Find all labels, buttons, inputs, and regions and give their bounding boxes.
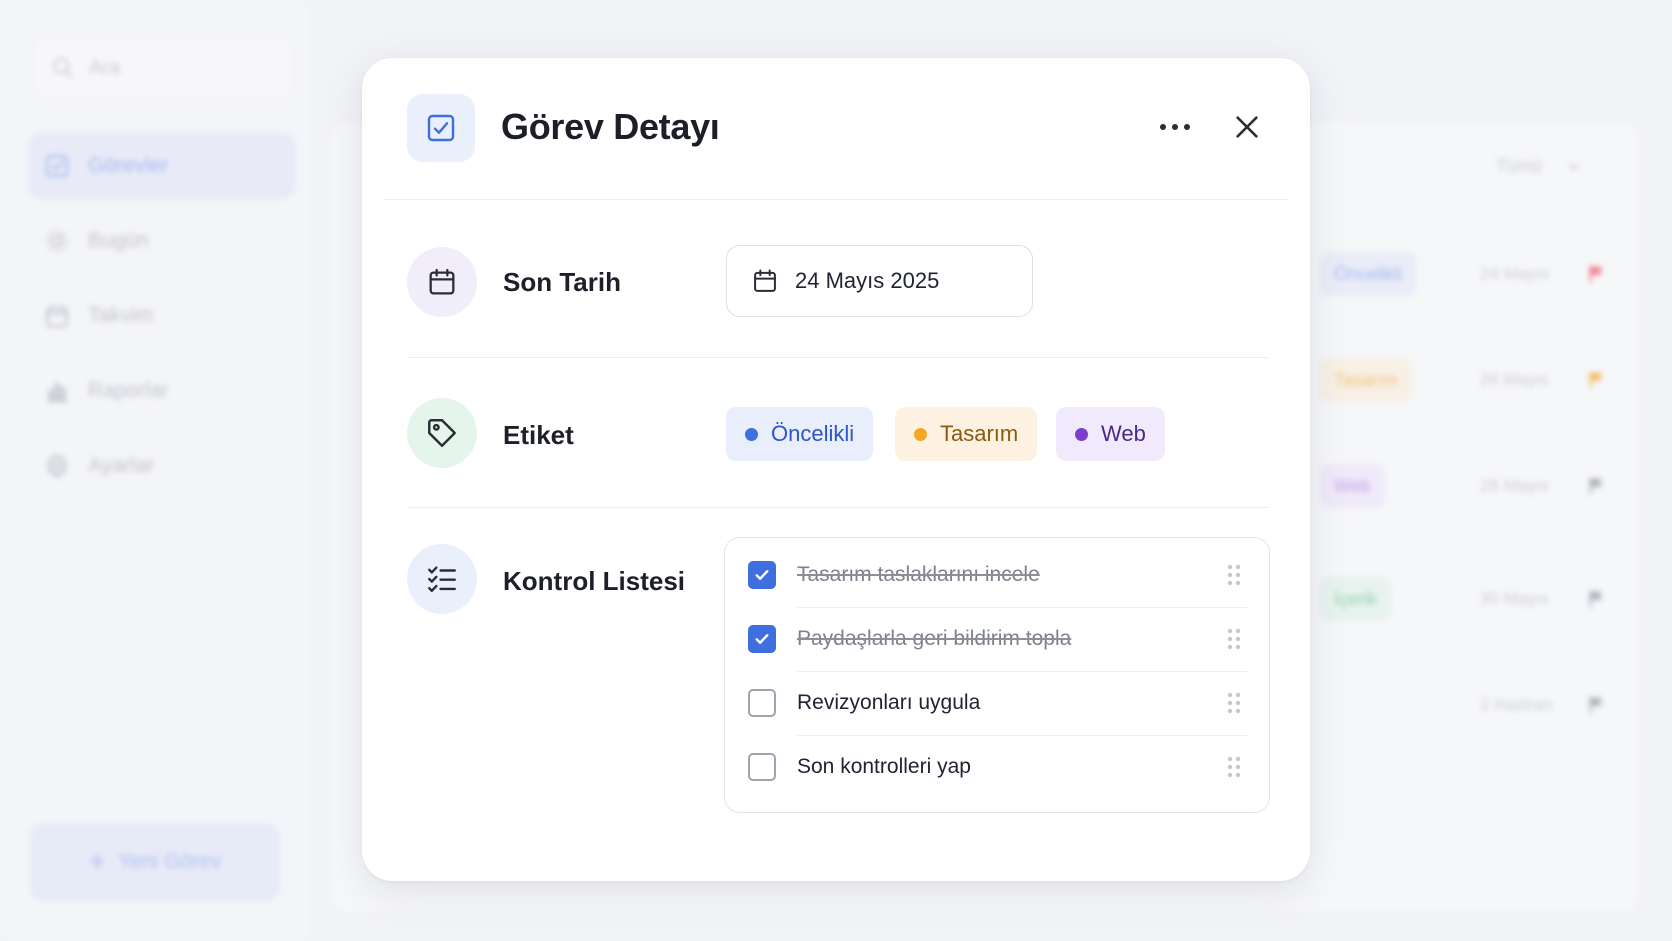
close-button[interactable] bbox=[1222, 102, 1272, 152]
modal-header: Görev Detayı bbox=[362, 58, 1310, 199]
drag-handle-icon[interactable] bbox=[1227, 628, 1241, 650]
check-icon bbox=[755, 570, 769, 580]
checklist-icon-badge bbox=[407, 544, 477, 614]
tag-web[interactable]: Web bbox=[1056, 407, 1165, 461]
checklist-item-text: Revizyonları uygula bbox=[797, 691, 981, 714]
due-date-value: 24 Mayıs 2025 bbox=[795, 268, 940, 293]
tag-dot bbox=[745, 427, 758, 441]
tag-label: Tasarım bbox=[940, 421, 1019, 446]
checklist-icon bbox=[428, 566, 456, 592]
tag-dot bbox=[914, 427, 927, 441]
calendar-icon bbox=[754, 269, 776, 292]
header-icon-badge bbox=[407, 94, 475, 162]
row-divider bbox=[407, 357, 1268, 358]
row-divider bbox=[407, 507, 1268, 508]
checkbox-checked[interactable] bbox=[748, 561, 776, 589]
check-square-icon bbox=[427, 114, 455, 142]
checklist-item-text: Paydaşlarla geri bildirim topla bbox=[797, 627, 1072, 650]
checklist-label: Kontrol Listesi bbox=[503, 566, 686, 596]
header-divider bbox=[384, 199, 1288, 200]
tags-label: Etiket bbox=[503, 420, 574, 450]
drag-handle-icon[interactable] bbox=[1227, 756, 1241, 778]
checkbox-checked[interactable] bbox=[748, 625, 776, 653]
checklist-item[interactable]: Revizyonları uygula bbox=[725, 671, 1269, 735]
checklist-item[interactable]: Son kontrolleri yap bbox=[725, 735, 1269, 799]
check-icon bbox=[755, 634, 769, 644]
due-date-field[interactable]: 24 Mayıs 2025 bbox=[726, 245, 1033, 317]
checklist-item[interactable]: Tasarım taslaklarını incele bbox=[725, 543, 1269, 607]
tag-icon-badge bbox=[407, 398, 477, 468]
drag-handle-icon[interactable] bbox=[1227, 564, 1241, 586]
drag-handle-icon[interactable] bbox=[1227, 692, 1241, 714]
checklist-item-text: Tasarım taslaklarını incele bbox=[797, 563, 1040, 586]
checklist-item[interactable]: Paydaşlarla geri bildirim topla bbox=[725, 607, 1269, 671]
tag-dot bbox=[1075, 427, 1088, 441]
tag-tasarim[interactable]: Tasarım bbox=[895, 407, 1038, 461]
due-date-icon-badge bbox=[407, 247, 477, 317]
checklist-box: Tasarım taslaklarını incele Paydaşlarla … bbox=[724, 537, 1270, 813]
tag-label: Web bbox=[1101, 421, 1146, 446]
tag-label: Öncelikli bbox=[771, 421, 855, 446]
more-horizontal-icon bbox=[1160, 124, 1190, 130]
modal-title: Görev Detayı bbox=[501, 106, 720, 147]
checklist-item-text: Son kontrolleri yap bbox=[797, 755, 971, 778]
more-options-button[interactable] bbox=[1150, 102, 1200, 152]
tag-icon bbox=[428, 419, 456, 447]
checkbox-unchecked[interactable] bbox=[748, 689, 776, 717]
checkbox-unchecked[interactable] bbox=[748, 753, 776, 781]
due-date-label: Son Tarih bbox=[503, 267, 621, 297]
calendar-icon bbox=[429, 268, 455, 295]
tag-oncelikli[interactable]: Öncelikli bbox=[726, 407, 874, 461]
close-icon bbox=[1236, 116, 1258, 138]
task-detail-modal: Görev Detayı Son Tarih 24 Mayıs 2025 Eti… bbox=[362, 58, 1310, 881]
